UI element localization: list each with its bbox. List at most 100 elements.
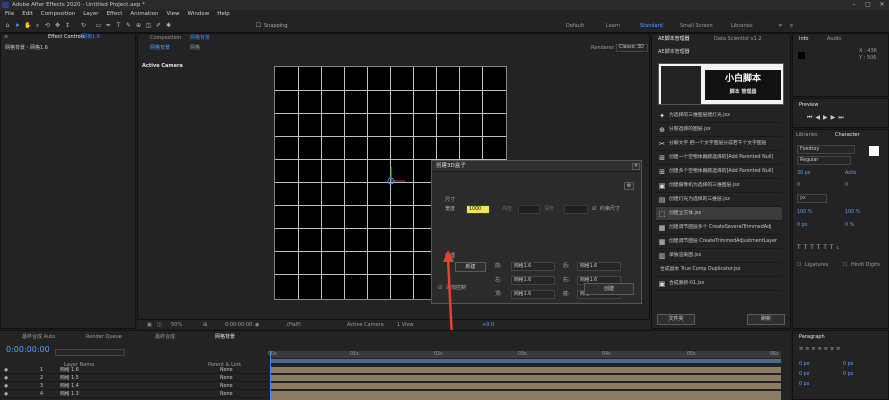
- script-item[interactable]: ⊞ 创建一个空物体跟踪选择的[Add Parented Null]: [656, 151, 782, 165]
- indent-right-field[interactable]: 0 px: [843, 361, 853, 369]
- table-row[interactable]: ◉ 4 网格 1.3 None: [0, 391, 270, 398]
- dialog-options-icon[interactable]: ⚙: [624, 182, 634, 190]
- create-button[interactable]: 创建: [584, 283, 634, 295]
- baseline-shift-field[interactable]: 0 px: [797, 222, 807, 230]
- layer-track-bar[interactable]: [271, 375, 781, 381]
- work-area-bar[interactable]: [271, 359, 781, 363]
- zoom-tool-icon[interactable]: ⌕: [34, 22, 41, 29]
- space-after-field[interactable]: 0 px: [843, 371, 853, 379]
- folder-button[interactable]: 文件夹: [657, 314, 695, 325]
- clone-stamp-icon[interactable]: ⊕: [135, 22, 142, 29]
- pan-tool-icon[interactable]: ✥: [54, 22, 61, 29]
- script-item[interactable]: ⊞ 创建多个空物体跟踪选择的[Add Parented Null]: [656, 165, 782, 179]
- menu-animation[interactable]: Animation: [130, 11, 158, 17]
- search-help-icon[interactable]: ⌕: [788, 22, 795, 29]
- workspace-overflow-icon[interactable]: »: [777, 22, 784, 29]
- constrain-checkbox[interactable]: ☑: [592, 205, 596, 213]
- workspace-libraries[interactable]: Libraries: [731, 23, 753, 29]
- visibility-icon[interactable]: ◉: [4, 391, 8, 398]
- workspace-small-screen[interactable]: Small Screen: [680, 23, 713, 29]
- scripts-tab[interactable]: AE脚本管理器: [658, 35, 690, 43]
- script-item[interactable]: ▤ 创建灯光为选择的三维层.jsx: [656, 193, 782, 207]
- 3d-axis-gizmo[interactable]: [375, 165, 407, 197]
- table-row[interactable]: ◉ 2 网格 1.5 None: [0, 375, 270, 382]
- grid-icon[interactable]: ⊞: [203, 321, 207, 329]
- script-item[interactable]: ▦ 创建调节图层 CreateTrimmedAdjustmentLayer: [656, 235, 782, 249]
- tracking-field[interactable]: 0: [845, 182, 848, 190]
- width-input[interactable]: 1000: [466, 205, 490, 214]
- menu-help[interactable]: Help: [217, 11, 230, 17]
- snapping-checkbox[interactable]: ☐: [255, 22, 262, 29]
- face-top-select[interactable]: 网格1.6: [511, 290, 555, 299]
- script-item[interactable]: ▣ 创建摄像机为选择的三维图层.jsx: [656, 179, 782, 193]
- leading-field[interactable]: Auto: [845, 170, 856, 178]
- depth-input[interactable]: [564, 205, 588, 214]
- snapshot-icon[interactable]: ◉: [255, 321, 259, 329]
- workspace-learn[interactable]: Learn: [606, 23, 620, 29]
- eraser-tool-icon[interactable]: ◫: [145, 22, 152, 29]
- visibility-icon[interactable]: ◉: [4, 383, 8, 390]
- font-style-select[interactable]: Regular: [797, 156, 851, 165]
- script-item[interactable]: 合成副本 True Comp Duplicator.jsx: [656, 263, 782, 277]
- first-line-field[interactable]: 0 px: [799, 381, 809, 389]
- layer-track-bar[interactable]: [271, 383, 781, 389]
- menu-window[interactable]: Window: [188, 11, 210, 17]
- fill-color-swatch[interactable]: [869, 146, 879, 156]
- ligatures-checkbox[interactable]: ☐: [797, 261, 801, 269]
- face-back-select[interactable]: 网格1.6: [577, 262, 621, 271]
- zoom-select[interactable]: 50%: [171, 321, 182, 329]
- stroke-unit-select[interactable]: px: [797, 194, 827, 203]
- font-family-select[interactable]: Foedroy: [797, 145, 855, 154]
- preview-tab[interactable]: Preview: [799, 101, 818, 109]
- menu-composition[interactable]: Composition: [41, 11, 75, 17]
- menu-edit[interactable]: Edit: [22, 11, 33, 17]
- menu-effect[interactable]: Effect: [107, 11, 123, 17]
- script-item[interactable]: ▦ 创建调节图层多个 CreateSeveralTrimmedAdj: [656, 221, 782, 235]
- alignment-buttons[interactable]: ≡≡≡≡≡≡≡: [799, 345, 842, 353]
- script-item[interactable]: ⬚ 创建立方体.jsx: [656, 207, 782, 221]
- timeline-search-input[interactable]: [55, 349, 125, 356]
- face-front-select[interactable]: 网格1.6: [511, 262, 555, 271]
- font-size-field[interactable]: 30 px: [797, 170, 811, 178]
- hindi-digits-checkbox[interactable]: ☐: [843, 261, 847, 269]
- menu-view[interactable]: View: [166, 11, 179, 17]
- pen-tool-icon[interactable]: ✒: [105, 22, 112, 29]
- puppet-tool-icon[interactable]: ✱: [165, 22, 172, 29]
- composition-tab-label[interactable]: Composition: [150, 34, 181, 42]
- indent-left-field[interactable]: 0 px: [799, 361, 809, 369]
- table-row[interactable]: ◉ 3 网格 1.4 None: [0, 383, 270, 390]
- workspace-default[interactable]: Default: [566, 23, 584, 29]
- toggle-mask-icon[interactable]: ▣: [147, 321, 152, 329]
- orbit-tool-icon[interactable]: ⟲: [44, 22, 51, 29]
- current-time[interactable]: 0:00:00:00: [225, 321, 252, 329]
- type-tool-icon[interactable]: T: [115, 22, 122, 29]
- renderer-select[interactable]: Classic 3D: [616, 44, 648, 52]
- roto-brush-icon[interactable]: ✐: [155, 22, 162, 29]
- script-item[interactable]: ✦ 为选择的三维图层建灯光.jsx: [656, 109, 782, 123]
- hand-tool-icon[interactable]: ✋: [24, 22, 31, 29]
- timeline-tab-final-auto[interactable]: 最终合成 Auto: [22, 333, 55, 341]
- face-left-select[interactable]: 网格1.6: [511, 276, 555, 285]
- script-item[interactable]: ▥ 单独渲染图.jsx: [656, 249, 782, 263]
- libraries-tab[interactable]: Libraries: [796, 131, 818, 139]
- script-item[interactable]: ✂ 分解文字 把一个文字图层分成若干个文字图层: [656, 137, 782, 151]
- exposure-value[interactable]: +0.0: [482, 321, 494, 329]
- kerning-field[interactable]: 0: [797, 182, 800, 190]
- panel-menu-icon[interactable]: ≡: [4, 33, 8, 41]
- rectangle-tool-icon[interactable]: ▭: [95, 22, 102, 29]
- comp-tab-grid-bg[interactable]: 网格背景: [150, 44, 170, 52]
- menu-layer[interactable]: Layer: [83, 11, 98, 17]
- visibility-icon[interactable]: ◉: [4, 367, 8, 374]
- text-style-buttons[interactable]: TTTTTT₁: [797, 244, 842, 252]
- character-tab[interactable]: Character: [835, 131, 860, 139]
- timeline-current-time[interactable]: 0:00:00:00: [6, 346, 50, 354]
- vertical-scale-field[interactable]: 100 %: [797, 209, 812, 217]
- rotate-tool-icon[interactable]: ↻: [80, 22, 87, 29]
- paragraph-tab[interactable]: Paragraph: [799, 333, 825, 341]
- maximize-icon[interactable]: □: [861, 0, 875, 10]
- space-before-field[interactable]: 0 px: [799, 371, 809, 379]
- script-item[interactable]: ⊕ 分裂选择的图层.jsx: [656, 123, 782, 137]
- region-icon[interactable]: ◫: [157, 321, 162, 329]
- data-scientist-tab[interactable]: Data Scientist v1.2: [714, 35, 762, 43]
- timeline-tab-render-queue[interactable]: Render Queue: [86, 333, 122, 341]
